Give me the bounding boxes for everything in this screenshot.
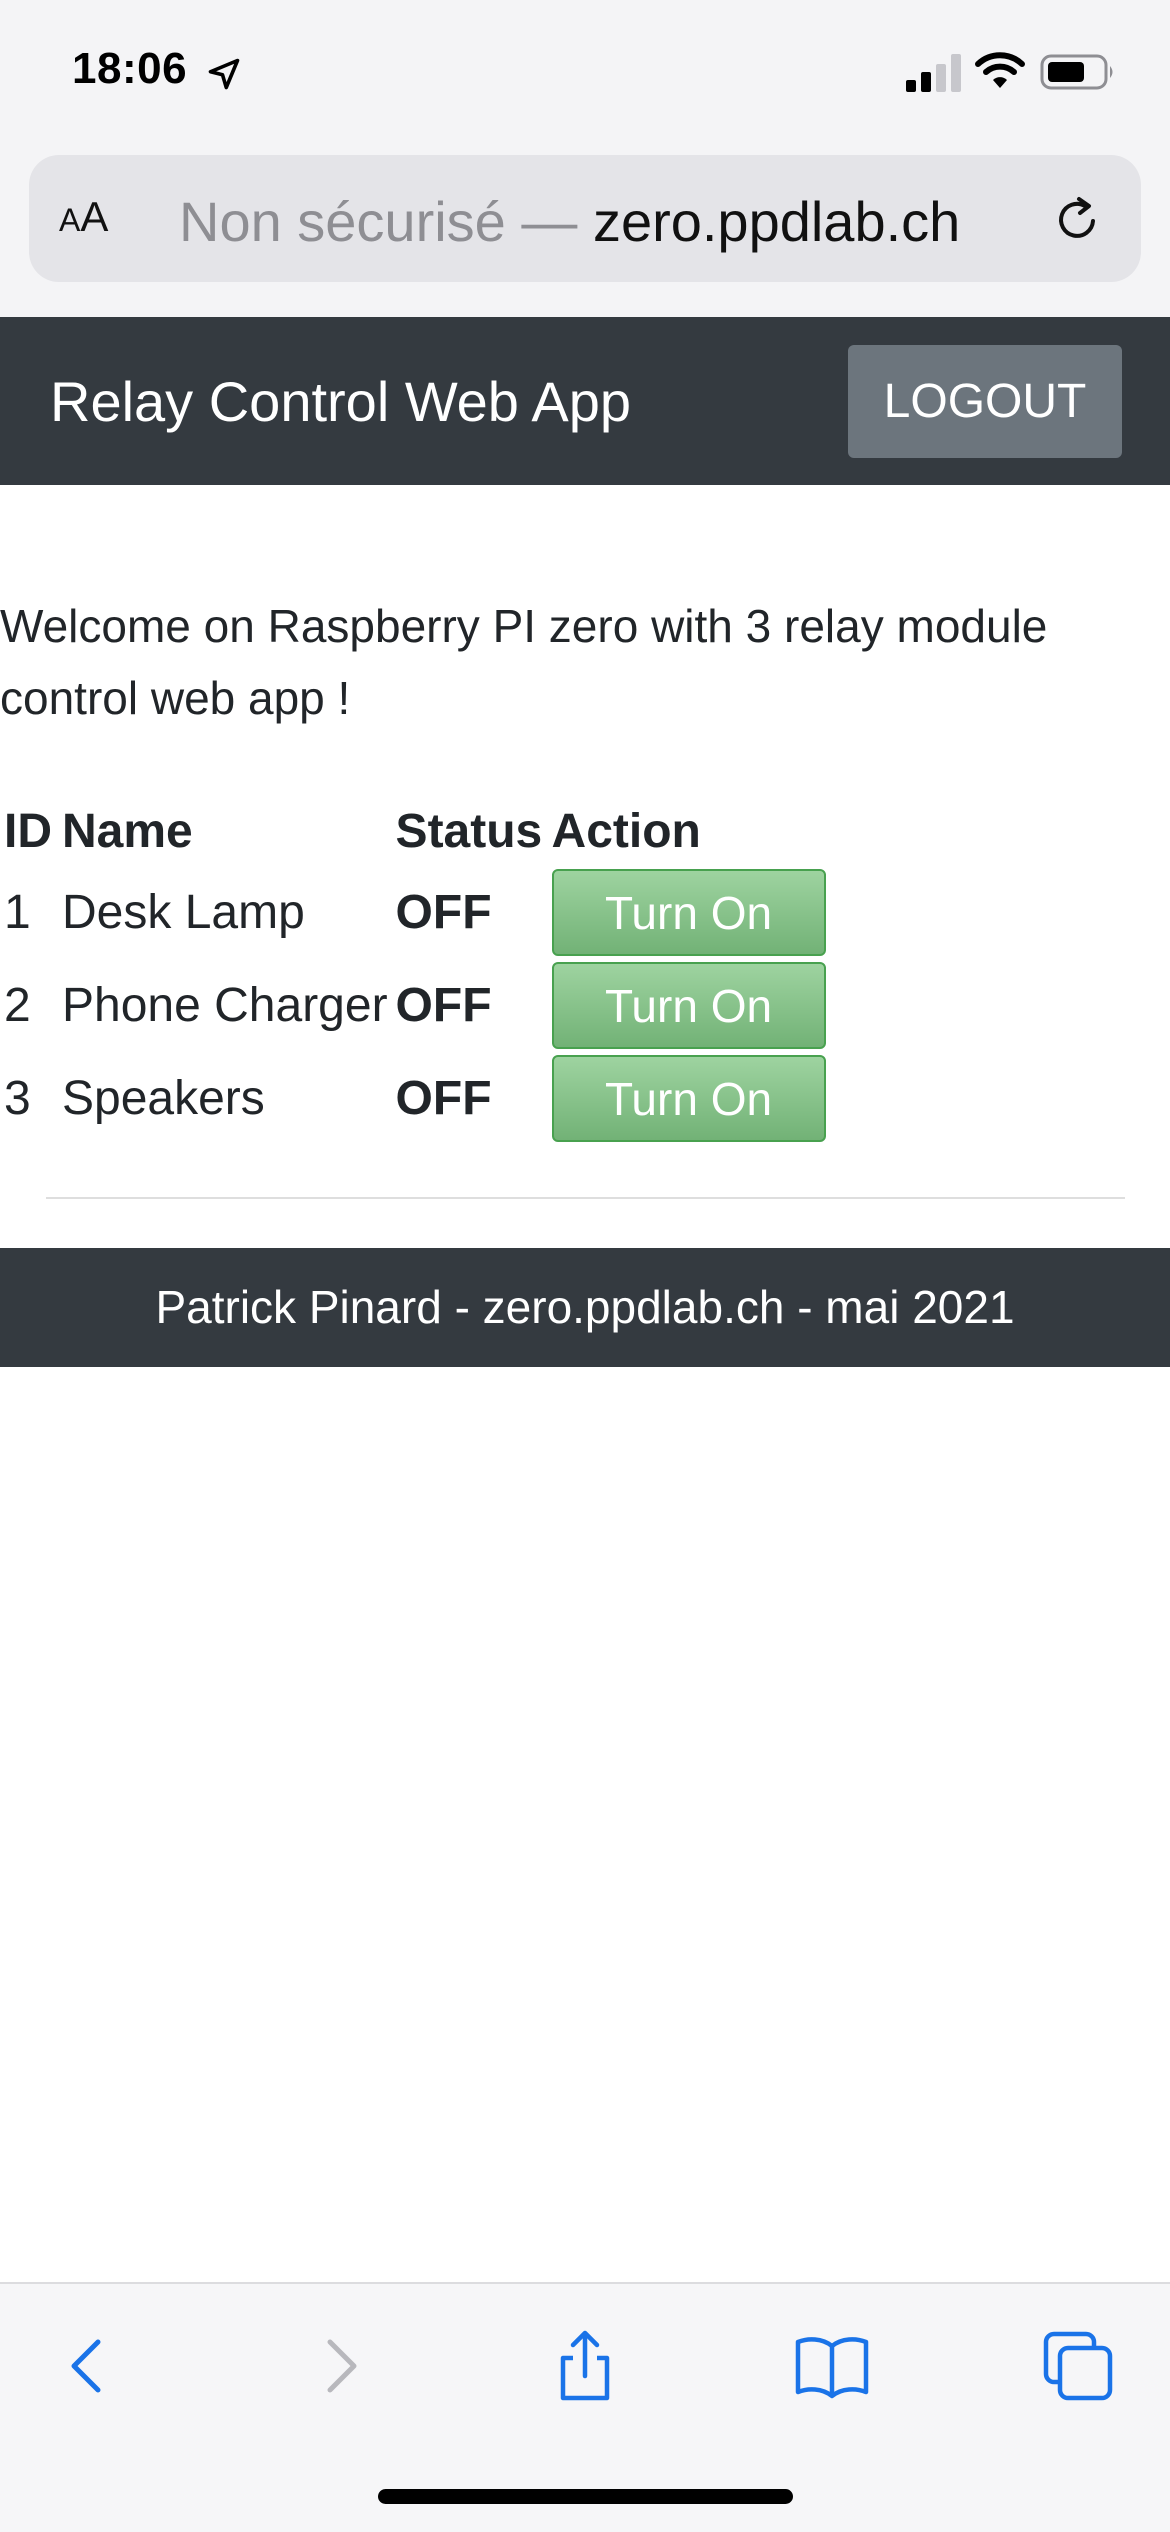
- relay-name: Speakers: [62, 1072, 265, 1125]
- navbar: Relay Control Web App LOGOUT: [0, 317, 1170, 485]
- tabs-icon[interactable]: [1040, 2328, 1116, 2404]
- relay-id: 3: [4, 1072, 31, 1125]
- home-indicator: [378, 2489, 793, 2504]
- turn-on-button[interactable]: Turn On: [551, 1055, 826, 1142]
- relay-id: 2: [4, 979, 31, 1032]
- relay-name: Phone Charger: [62, 979, 388, 1032]
- relay-status: OFF: [395, 979, 492, 1032]
- status-bar: 18:06: [0, 0, 1170, 150]
- logout-button[interactable]: LOGOUT: [848, 345, 1122, 458]
- turn-on-button[interactable]: Turn On: [551, 962, 826, 1049]
- divider: [46, 1197, 1125, 1199]
- relay-action-cell: Turn On: [548, 866, 838, 959]
- forward-icon[interactable]: [302, 2328, 378, 2404]
- relay-action-cell: Turn On: [548, 959, 838, 1052]
- header-action: Action: [551, 804, 701, 858]
- location-arrow-icon: [208, 58, 240, 90]
- app-brand[interactable]: Relay Control Web App: [50, 369, 631, 434]
- footer: Patrick Pinard - zero.ppdlab.ch - mai 20…: [0, 1248, 1170, 1367]
- table-row: 3 Speakers OFF Turn On: [0, 1052, 838, 1145]
- welcome-message: Welcome on Raspberry PI zero with 3 rela…: [0, 600, 1048, 724]
- table-row: 1 Desk Lamp OFF Turn On: [0, 866, 838, 959]
- share-icon[interactable]: [547, 2328, 623, 2404]
- wifi-icon: [975, 52, 1025, 88]
- header-name: Name: [62, 804, 193, 858]
- relay-status: OFF: [395, 1072, 492, 1125]
- address-bar[interactable]: AA Non sécurisé — zero.ppdlab.ch: [29, 155, 1141, 282]
- cellular-signal-icon: [906, 54, 961, 92]
- url-host: zero.ppdlab.ch: [592, 190, 961, 253]
- insecure-label: Non sécurisé —: [179, 190, 593, 253]
- relay-status: OFF: [395, 886, 492, 939]
- bookmarks-icon[interactable]: [794, 2328, 870, 2404]
- table-header-row: ID Name Status Action: [0, 796, 838, 866]
- battery-icon: [1040, 54, 1113, 90]
- status-time: 18:06: [72, 44, 188, 93]
- header-id: ID: [4, 804, 52, 858]
- browser-address-area: AA Non sécurisé — zero.ppdlab.ch: [0, 150, 1170, 317]
- text-size-button[interactable]: AA: [59, 193, 108, 241]
- relay-table: ID Name Status Action 1 Desk Lamp OFF Tu…: [0, 796, 838, 1145]
- url-display[interactable]: Non sécurisé — zero.ppdlab.ch: [179, 189, 960, 254]
- back-icon[interactable]: [50, 2328, 126, 2404]
- reload-icon[interactable]: [1049, 191, 1105, 247]
- table-row: 2 Phone Charger OFF Turn On: [0, 959, 838, 1052]
- relay-id: 1: [4, 886, 31, 939]
- relay-action-cell: Turn On: [548, 1052, 838, 1145]
- turn-on-button[interactable]: Turn On: [551, 869, 826, 956]
- header-status: Status: [395, 804, 543, 858]
- relay-name: Desk Lamp: [62, 886, 305, 939]
